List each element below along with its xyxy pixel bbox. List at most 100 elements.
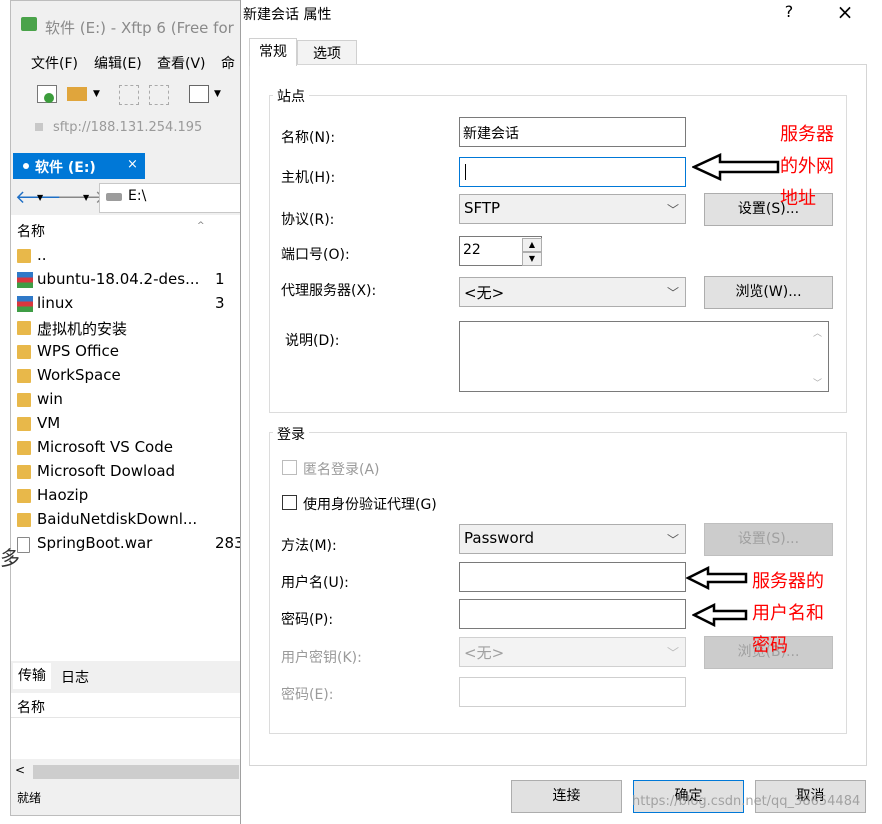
connect-icon[interactable] [119,85,139,105]
file-row[interactable]: Microsoft Dowload [15,461,241,485]
annotation-user-line-1: 服务器的 [752,571,824,592]
file-row[interactable]: .. [15,245,241,269]
folder-icon [17,345,31,359]
properties-dropdown-icon[interactable]: ▼ [214,89,221,99]
folder-up-icon [17,249,31,263]
anonymous-checkbox[interactable] [282,460,297,475]
file-row[interactable]: VM [15,413,241,437]
tab-close-icon[interactable]: × [127,157,138,172]
session-tab-label: 软件 (E:) [35,160,96,176]
scroll-thumb[interactable] [33,765,239,779]
text-caret [465,164,466,180]
use-agent-checkbox[interactable] [282,495,297,510]
annotation-host-line-1: 服务器 [780,124,834,145]
tab-general[interactable]: 常规 [249,38,297,66]
menu-command[interactable]: 命 [221,53,235,73]
file-row[interactable]: BaiduNetdiskDownl... [15,509,241,533]
horizontal-scrollbar[interactable]: < [11,761,241,783]
drive-icon [106,193,122,201]
folder-icon [17,489,31,503]
scroll-up-icon[interactable]: ︿ [813,326,822,339]
user-key-select[interactable]: <无> ﹀ [459,637,686,667]
tab-options[interactable]: 选项 [297,40,357,65]
open-dropdown-icon[interactable]: ▼ [93,89,100,99]
file-size: 3 [215,294,225,312]
column-header-name[interactable]: 名称 [17,221,45,241]
annotation-arrow-password-icon [692,603,748,627]
port-label: 端口号(O): [281,247,350,263]
file-name: WPS Office [37,342,119,360]
protocol-select-value: SFTP [464,199,501,217]
folder-icon [17,441,31,455]
menu-bar: 文件(F) 编辑(E) 查看(V) 命 [11,49,241,75]
scroll-down-icon[interactable]: ﹀ [813,376,822,389]
path-input[interactable]: E:\ [99,183,241,213]
name-input[interactable]: 新建会话 [459,117,686,147]
tab-log[interactable]: 日志 [61,667,89,687]
file-name: .. [37,246,47,264]
method-settings-button[interactable]: 设置(S)... [704,523,833,556]
open-folder-icon[interactable] [67,87,87,101]
file-row[interactable]: WPS Office [15,341,241,365]
folder-icon [17,369,31,383]
password-input[interactable] [459,599,686,629]
menu-view[interactable]: 查看(V) [157,53,206,73]
path-text: E:\ [128,188,147,204]
file-row[interactable]: Haozip [15,485,241,509]
help-button[interactable]: ? [777,2,801,21]
session-tab[interactable]: 软件 (E:) × [13,153,145,179]
annotation-host-line-2: 的外网 [780,156,834,177]
description-textarea[interactable]: ︿ ﹀ [459,321,829,392]
menu-file[interactable]: 文件(F) [31,53,78,73]
username-input[interactable] [459,562,686,592]
archive-icon [17,296,33,312]
folder-icon [17,465,31,479]
protocol-select[interactable]: SFTP ﹀ [459,194,686,224]
file-row[interactable]: Microsoft VS Code [15,437,241,461]
annotation-arrow-host-icon [692,153,780,181]
annotation-user-line-3: 密码 [752,635,788,656]
file-row[interactable]: linux 3 [15,293,241,317]
file-name: Microsoft Dowload [37,462,176,480]
menu-edit[interactable]: 编辑(E) [94,53,142,73]
site-group-label: 站点 [273,86,309,106]
transfer-column-name[interactable]: 名称 [17,697,45,717]
properties-icon[interactable] [189,85,209,103]
user-key-label: 用户密钥(K): [281,650,362,666]
passphrase-input[interactable] [459,677,686,707]
connect-button[interactable]: 连接 [511,780,622,813]
forward-dropdown-icon[interactable]: ▼ [83,193,89,202]
username-label: 用户名(U): [281,575,349,591]
file-row[interactable]: 虚拟机的安装 [15,317,241,341]
watermark: https://blog.csdn.net/qq_38654484 [632,794,861,809]
file-row[interactable]: WorkSpace [15,365,241,389]
folder-icon [17,513,31,527]
file-row[interactable]: ubuntu-18.04.2-des... 1 [15,269,241,293]
annotation-user-note: 服务器的 用户名和 密码 [752,566,824,662]
bottom-tab-bar: 传输 日志 [11,661,241,691]
proxy-select-value: <无> [464,284,505,302]
port-up-icon[interactable]: ▲ [522,238,542,252]
port-down-icon[interactable]: ▼ [522,252,542,266]
disconnect-icon[interactable] [149,85,169,105]
file-name: 虚拟机的安装 [37,320,128,338]
file-row[interactable]: win [15,389,241,413]
proxy-select[interactable]: <无> ﹀ [459,277,686,307]
proxy-browse-button[interactable]: 浏览(W)... [704,276,833,309]
file-row[interactable]: SpringBoot.war 283 [15,533,241,557]
close-button[interactable]: × [833,0,857,24]
tab-transfer[interactable]: 传输 [13,663,51,689]
file-name: linux [37,294,74,312]
file-name: VM [37,414,61,432]
scroll-left-icon[interactable]: < [15,763,25,777]
host-input[interactable] [459,157,686,187]
address-bar[interactable]: sftp://188.131.254.195 [25,117,241,141]
file-name: win [37,390,63,408]
name-label: 名称(N): [281,130,336,146]
file-size: 1 [215,270,225,288]
back-dropdown-icon[interactable]: ▼ [37,193,43,202]
protocol-label: 协议(R): [281,212,335,228]
chevron-down-icon: ﹀ [666,646,679,660]
xftp-titlebar: 软件 (E:) - Xftp 6 (Free for H [11,13,241,41]
method-select[interactable]: Password ﹀ [459,524,686,554]
